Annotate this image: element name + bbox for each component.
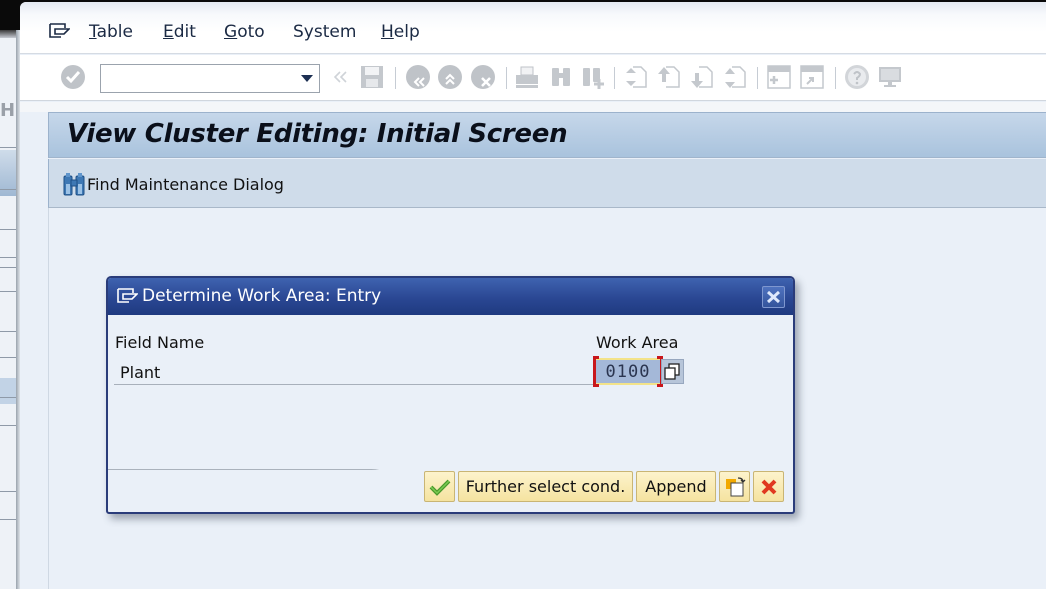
- append-button[interactable]: Append: [636, 471, 716, 502]
- column-header-work-area: Work Area: [596, 333, 679, 352]
- menu-bar: Table Edit Goto System Help: [20, 2, 1046, 54]
- cancel-x-icon: [761, 479, 776, 494]
- command-field[interactable]: [100, 64, 320, 93]
- menu-edit[interactable]: Edit: [163, 22, 196, 42]
- system-toolbar: [20, 55, 1046, 101]
- work-area-plant-field[interactable]: [596, 358, 660, 385]
- last-page-icon[interactable]: [722, 64, 748, 90]
- create-session-icon[interactable]: [766, 64, 792, 90]
- continue-button[interactable]: [424, 471, 455, 502]
- dialog-header: Determine Work Area: Entry: [108, 278, 793, 315]
- cancel-button[interactable]: [753, 471, 784, 502]
- print-icon[interactable]: [514, 64, 540, 90]
- required-marker-left: [593, 356, 599, 387]
- close-icon: [766, 290, 781, 304]
- binoculars-icon: [63, 173, 85, 196]
- application-toolbar: Find Maintenance Dialog: [48, 159, 1046, 208]
- value-help-icon: [664, 363, 680, 380]
- screen-title-bar: View Cluster Editing: Initial Screen: [48, 112, 1046, 158]
- command-dropdown-arrow-icon[interactable]: [301, 75, 313, 82]
- enter-icon[interactable]: [60, 64, 86, 90]
- generate-shortcut-icon[interactable]: [799, 64, 825, 90]
- copy-entry-button[interactable]: [719, 471, 750, 502]
- first-page-icon[interactable]: [623, 64, 649, 90]
- back-double-arrow-icon[interactable]: [328, 64, 354, 90]
- menu-help[interactable]: Help: [381, 22, 420, 42]
- field-label-plant: Plant: [120, 363, 161, 382]
- help-icon[interactable]: [844, 64, 870, 90]
- customize-layout-icon[interactable]: [877, 64, 903, 90]
- dialog-close-button[interactable]: [762, 286, 785, 308]
- dialog-menu-icon[interactable]: [116, 287, 138, 305]
- find-icon[interactable]: [548, 64, 574, 90]
- determine-work-area-dialog: Determine Work Area: Entry Field Name Wo…: [106, 276, 795, 514]
- work-area-plant-input[interactable]: [596, 360, 660, 383]
- sap-menu-icon[interactable]: [48, 22, 70, 40]
- dialog-title: Determine Work Area: Entry: [142, 286, 382, 306]
- next-page-icon[interactable]: [689, 64, 715, 90]
- back-icon[interactable]: [405, 64, 431, 90]
- column-header-field-name: Field Name: [115, 333, 205, 352]
- page-title: View Cluster Editing: Initial Screen: [67, 119, 568, 149]
- exit-icon[interactable]: [437, 64, 463, 90]
- menu-system[interactable]: System: [293, 22, 356, 42]
- menu-table[interactable]: Table: [89, 22, 133, 42]
- further-select-cond-button[interactable]: Further select cond.: [458, 471, 633, 502]
- copy-icon: [725, 476, 745, 496]
- previous-page-icon[interactable]: [656, 64, 682, 90]
- value-help-button[interactable]: [661, 359, 684, 384]
- background-window: H: [0, 0, 20, 589]
- cancel-icon[interactable]: [470, 64, 496, 90]
- menu-goto[interactable]: Goto: [224, 22, 265, 42]
- find-next-icon[interactable]: [580, 64, 606, 90]
- checkmark-icon: [429, 479, 450, 496]
- save-icon[interactable]: [359, 64, 385, 90]
- find-maintenance-dialog-button[interactable]: Find Maintenance Dialog: [63, 172, 284, 196]
- row-divider: [114, 384, 594, 385]
- command-input[interactable]: [101, 65, 286, 92]
